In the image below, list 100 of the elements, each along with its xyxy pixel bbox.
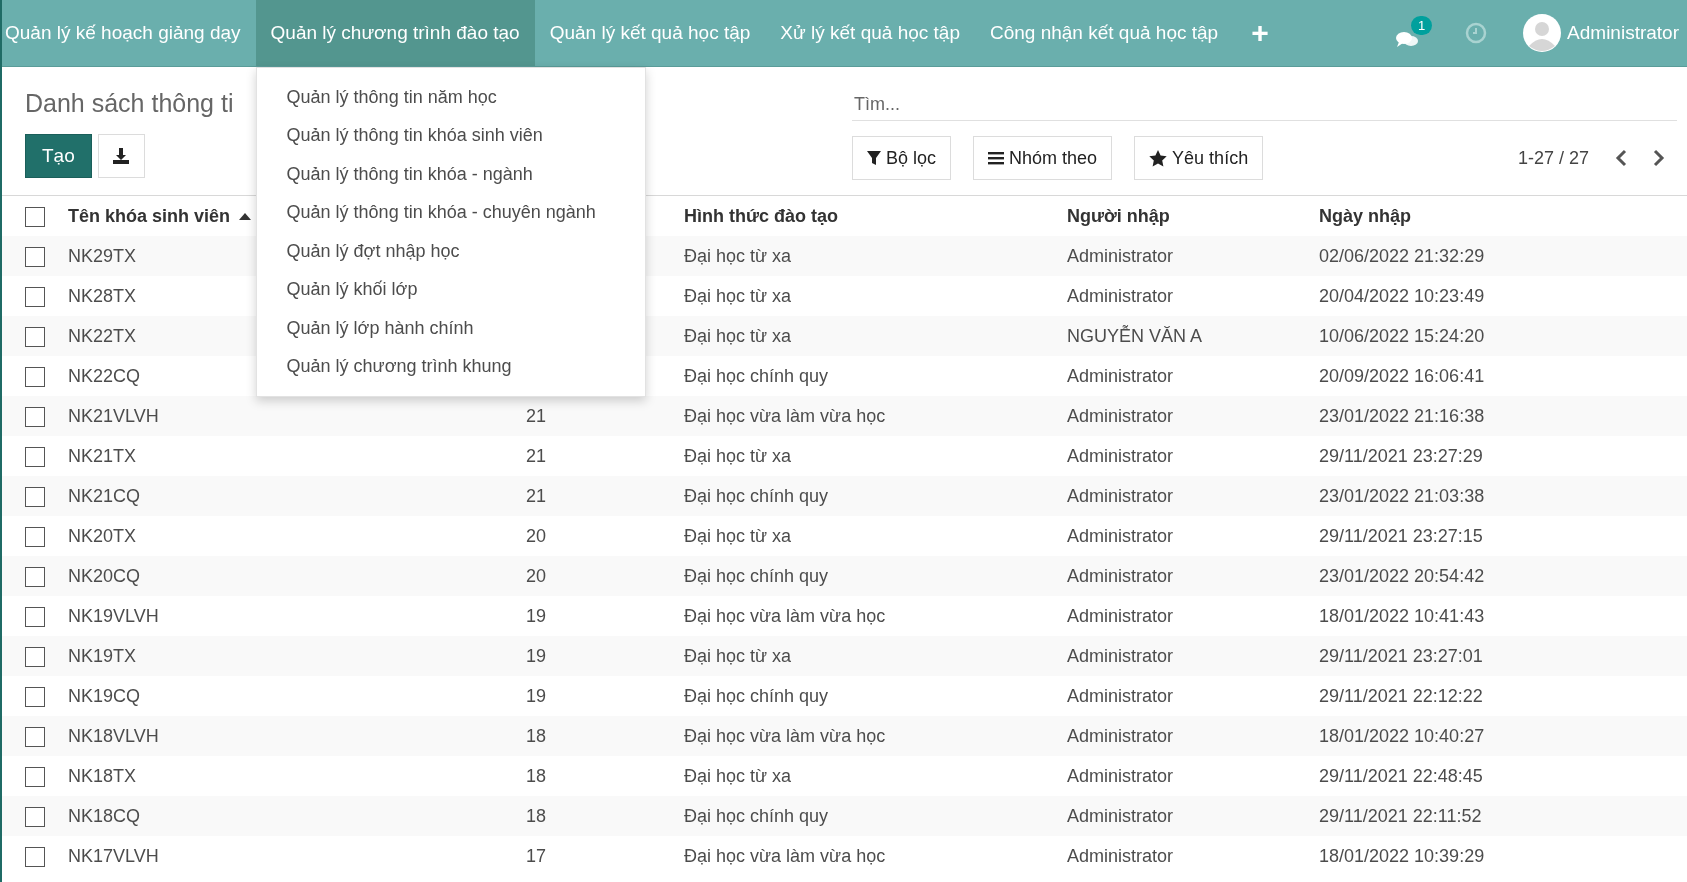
table-cell: Administrator: [1067, 685, 1174, 706]
table-cell: Đại học từ xa: [684, 765, 792, 786]
dropdown-item[interactable]: Quản lý thông tin năm học: [256, 78, 645, 117]
select-all-checkbox[interactable]: [25, 206, 45, 227]
row-checkbox[interactable]: [25, 486, 45, 507]
chat-icon: [1395, 30, 1420, 50]
create-button[interactable]: Tạo: [25, 134, 92, 178]
dropdown-item[interactable]: Quản lý đợt nhập học: [256, 232, 645, 271]
table-cell: Đại học chính quy: [684, 565, 829, 586]
table-cell: Administrator: [1067, 285, 1174, 306]
row-checkbox[interactable]: [25, 526, 45, 547]
table-cell: NK19CQ: [68, 685, 141, 706]
table-cell: Đại học từ xa: [684, 325, 792, 346]
table-cell: 18/01/2022 10:39:29: [1319, 845, 1485, 866]
table-cell: NGUYỄN VĂN A: [1067, 325, 1203, 346]
table-cell: 29/11/2021 22:11:52: [1319, 805, 1482, 826]
row-checkbox[interactable]: [25, 446, 45, 467]
table-cell: 18: [526, 765, 547, 786]
table-cell: NK20CQ: [68, 565, 141, 586]
download-icon: [112, 147, 131, 165]
table-cell: NK21CQ: [68, 485, 141, 506]
dropdown-item[interactable]: Quản lý thông tin khóa sinh viên: [256, 116, 645, 155]
row-checkbox[interactable]: [25, 326, 45, 347]
row-checkbox[interactable]: [25, 566, 45, 587]
row-checkbox[interactable]: [25, 646, 45, 667]
table-cell: Đại học chính quy: [684, 805, 829, 826]
table-cell: 20: [526, 565, 547, 586]
column-header[interactable]: Hình thức đào tạo: [684, 205, 839, 226]
filter-button[interactable]: Nhóm theo: [973, 136, 1113, 180]
table-cell: 29/11/2021 22:48:45: [1319, 765, 1483, 786]
pager-text: 1-27 / 27: [1517, 147, 1589, 169]
table-cell: Đại học chính quy: [684, 365, 829, 386]
table-cell: NK18CQ: [68, 805, 141, 826]
table-cell: 21: [526, 405, 547, 426]
table-cell: 18: [526, 725, 547, 746]
table-cell: Đại học từ xa: [684, 445, 792, 466]
table-cell: 17: [526, 845, 547, 866]
row-checkbox[interactable]: [25, 406, 45, 427]
table-cell: Đại học vừa làm vừa học: [684, 725, 886, 746]
table-cell: Administrator: [1067, 485, 1174, 506]
row-checkbox[interactable]: [25, 606, 45, 627]
table-cell: 29/11/2021 23:27:15: [1319, 525, 1483, 546]
table-cell: 19: [526, 645, 547, 666]
table-cell: 23/01/2022 21:16:38: [1319, 405, 1485, 426]
table-cell: Administrator: [1067, 565, 1174, 586]
table-cell: Administrator: [1067, 805, 1174, 826]
table-cell: NK22TX: [68, 325, 137, 346]
table-cell: Administrator: [1067, 765, 1174, 786]
table-cell: 23/01/2022 21:03:38: [1319, 485, 1485, 506]
table-cell: 18/01/2022 10:40:27: [1319, 725, 1485, 746]
filter-button[interactable]: Yêu thích: [1134, 136, 1264, 180]
table-cell: Đại học chính quy: [684, 485, 829, 506]
table-cell: Administrator: [1067, 405, 1174, 426]
row-checkbox[interactable]: [25, 846, 45, 867]
dropdown-item[interactable]: Quản lý khối lớp: [256, 270, 645, 309]
table-cell: Administrator: [1067, 445, 1174, 466]
table-cell: 02/06/2022 21:32:29: [1319, 245, 1485, 266]
table-cell: NK29TX: [68, 245, 137, 266]
table-cell: Administrator: [1067, 525, 1174, 546]
table-cell: Administrator: [1067, 845, 1174, 866]
column-header[interactable]: Ngày nhập: [1319, 205, 1411, 226]
table-cell: 20: [526, 525, 547, 546]
dropdown-item[interactable]: Quản lý thông tin khóa - chuyên ngành: [256, 193, 645, 232]
chevron-right-icon[interactable]: [1653, 149, 1665, 167]
row-checkbox[interactable]: [25, 366, 45, 387]
column-header[interactable]: Tên khóa sinh viên: [68, 205, 231, 227]
table-cell: NK21TX: [68, 445, 137, 466]
menu-icon: [988, 151, 1005, 165]
table-cell: Đại học vừa làm vừa học: [684, 605, 886, 626]
table-cell: 19: [526, 605, 547, 626]
table-cell: Đại học từ xa: [684, 525, 792, 546]
table-cell: Đại học chính quy: [684, 685, 829, 706]
table-cell: 10/06/2022 15:24:20: [1319, 325, 1485, 346]
chevron-left-icon[interactable]: [1615, 149, 1627, 167]
row-checkbox[interactable]: [25, 686, 45, 707]
table-cell: 29/11/2021 23:27:01: [1319, 645, 1483, 666]
table-cell: 18: [526, 805, 547, 826]
table-cell: NK19VLVH: [68, 605, 159, 626]
table-cell: 21: [526, 445, 547, 466]
table-cell: NK20TX: [68, 525, 137, 546]
table-cell: Administrator: [1067, 365, 1174, 386]
row-checkbox[interactable]: [25, 806, 45, 827]
table-cell: 19: [526, 685, 547, 706]
table-cell: NK22CQ: [68, 365, 141, 386]
row-checkbox[interactable]: [25, 246, 45, 267]
notification-badge: 1: [1411, 16, 1433, 35]
table-cell: Administrator: [1067, 645, 1174, 666]
table-cell: Đại học vừa làm vừa học: [684, 845, 886, 866]
dropdown-item[interactable]: Quản lý lớp hành chính: [256, 309, 645, 348]
table-cell: 20/04/2022 10:23:49: [1319, 285, 1485, 306]
download-button[interactable]: [97, 134, 145, 178]
dropdown-item[interactable]: Quản lý thông tin khóa - ngành: [256, 155, 645, 194]
filter-button[interactable]: Bộ lọc: [852, 136, 952, 180]
row-checkbox[interactable]: [25, 726, 45, 747]
row-checkbox[interactable]: [25, 286, 45, 307]
table-cell: NK18TX: [68, 765, 137, 786]
column-header[interactable]: Người nhập: [1067, 205, 1170, 226]
row-checkbox[interactable]: [25, 766, 45, 787]
dropdown-item[interactable]: Quản lý chương trình khung: [256, 347, 645, 386]
filter-icon: [867, 150, 881, 166]
